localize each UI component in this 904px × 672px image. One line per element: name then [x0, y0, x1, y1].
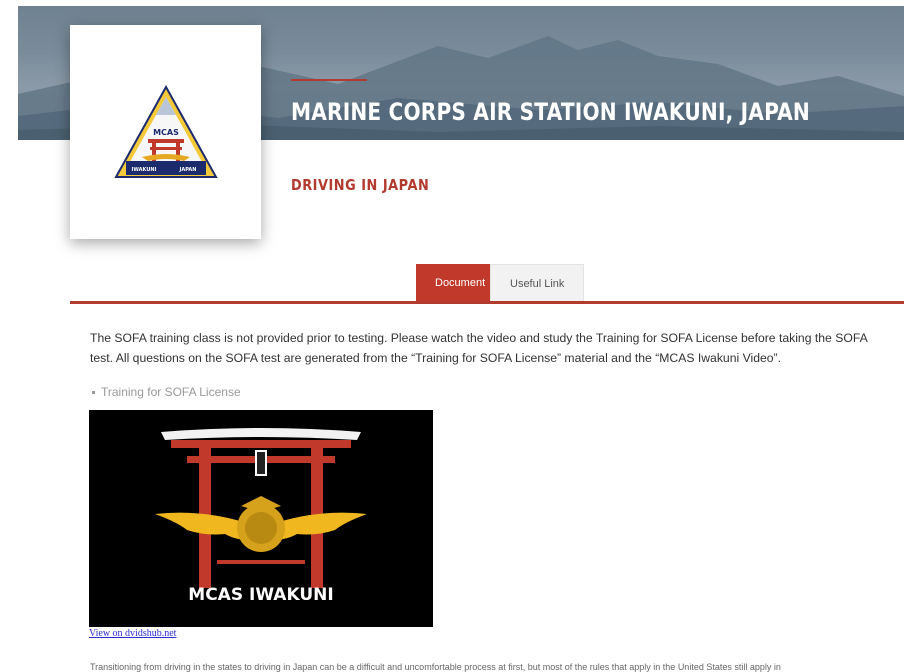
page-subtitle: DRIVING IN JAPAN [291, 176, 430, 194]
bullet-list-item: Training for SOFA License [92, 385, 241, 399]
station-logo-card: MCAS IWAKUNI JAPAN [70, 25, 261, 239]
title-accent-rule [291, 79, 367, 81]
logo-top-text: MCAS [153, 128, 179, 137]
bullet-icon [92, 391, 95, 395]
logo-bottom-left: IWAKUNI [132, 167, 157, 173]
mcas-iwakuni-logo: MCAS IWAKUNI JAPAN [114, 85, 218, 178]
video-player[interactable]: MCAS IWAKUNI [89, 410, 433, 627]
tab-divider [70, 301, 904, 304]
site-title: MARINE CORPS AIR STATION IWAKUNI, JAPAN [291, 98, 810, 126]
logo-bottom-right: JAPAN [179, 167, 197, 173]
video-caption: MCAS IWAKUNI [188, 585, 333, 605]
dvidshub-link[interactable]: View on dvidshub.net [89, 628, 176, 639]
intro-paragraph: The SOFA training class is not provided … [90, 331, 868, 365]
tab-useful-link[interactable]: Useful Link [490, 264, 585, 302]
training-sofa-link[interactable]: Training for SOFA License [101, 385, 241, 399]
content-tabs: Document Useful Link [416, 264, 585, 302]
torii-emblem-image: MCAS IWAKUNI [155, 428, 367, 605]
tab-document[interactable]: Document [416, 264, 490, 302]
